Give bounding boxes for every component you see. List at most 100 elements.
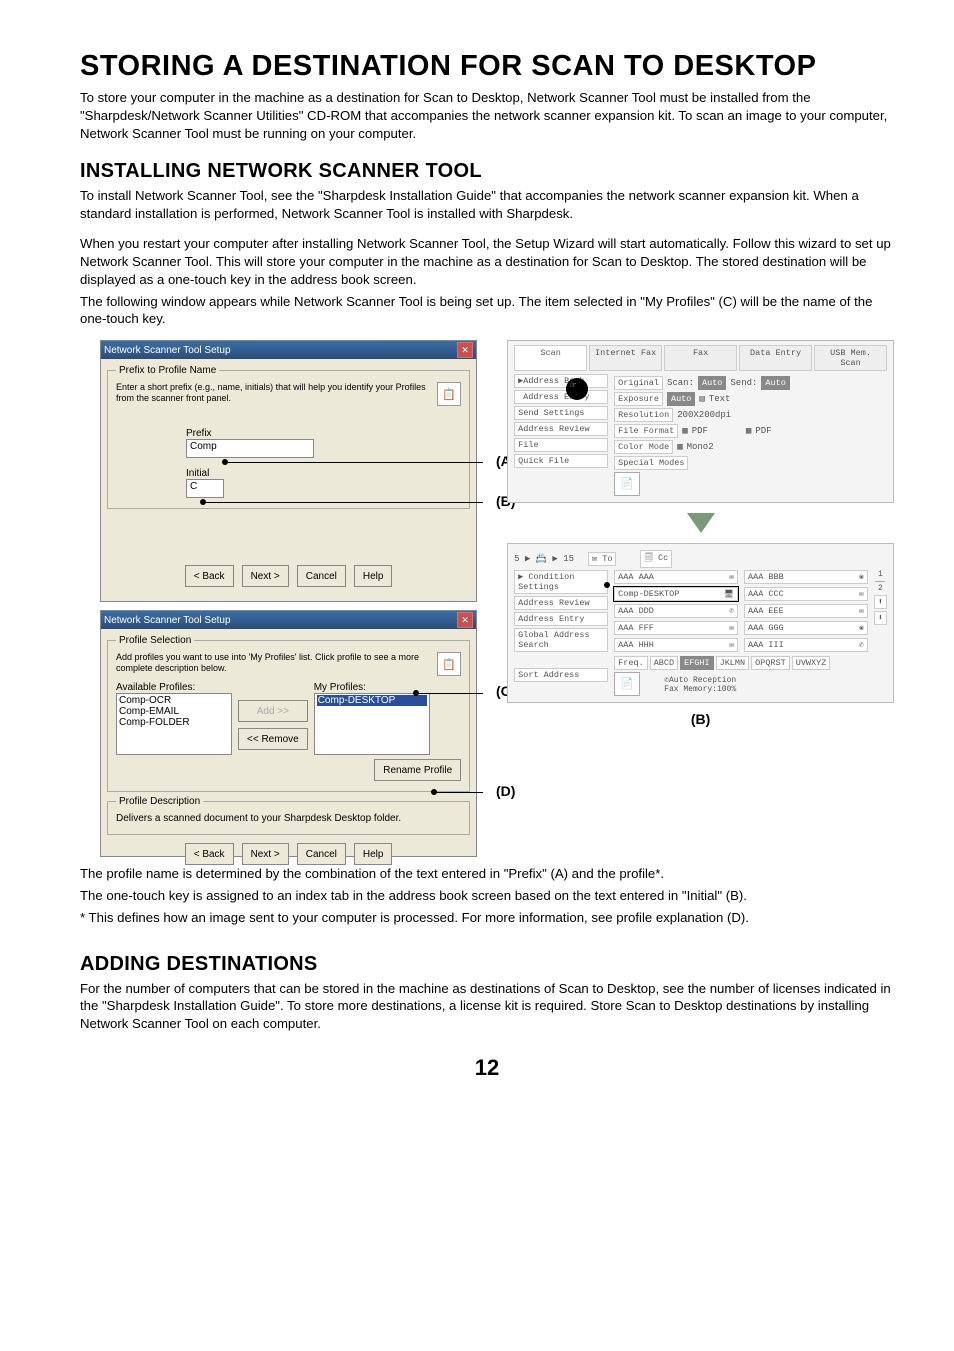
profile-selection-fieldset: Profile Selection Add profiles you want … [107, 635, 470, 792]
profile-desc-fieldset: Profile Description Delivers a scanned d… [107, 796, 470, 835]
cancel-button[interactable]: Cancel [297, 843, 346, 865]
wizard-icon: 📋 [437, 652, 461, 676]
page-number: 12 [80, 1055, 894, 1081]
preview-icon[interactable]: 📄 [614, 472, 640, 496]
sort-address-btn[interactable]: Sort Address [514, 668, 608, 682]
prefix-fieldset: Prefix to Profile Name Enter a short pre… [107, 365, 470, 509]
side-condition[interactable]: ▶ Condition Settings [514, 570, 608, 594]
auto-btn[interactable]: Auto [698, 376, 726, 390]
myprofiles-list[interactable]: Comp-DESKTOP [314, 693, 430, 755]
scanner-panel-2: 5 ▶ 📇 ▶ 15 ✉ To 🗐 Cc ▶ Condition Setting… [507, 543, 894, 703]
auto-btn[interactable]: Auto [667, 392, 695, 406]
pdf-label: PDF [692, 426, 708, 436]
mail-icon: ✉ [729, 623, 734, 633]
side-addressentry[interactable]: Address Entry [514, 390, 608, 404]
addr-entry[interactable]: AAA BBB❀ [744, 570, 868, 584]
initial-label: Initial [186, 468, 461, 479]
add-heading: ADDING DESTINATIONS [80, 953, 894, 976]
addr-entry[interactable]: AAA HHH✉ [614, 638, 738, 652]
wizard-icon: 📋 [437, 382, 461, 406]
addr-entry[interactable]: AAA III✆ [744, 638, 868, 652]
addr-entry[interactable]: AAA AAA✉ [614, 570, 738, 584]
cancel-button[interactable]: Cancel [297, 565, 346, 587]
alpha-tab[interactable]: EFGHI [680, 656, 714, 670]
desktop-icon: 🖥 [724, 589, 734, 599]
callout-d: (D) [496, 783, 515, 799]
page-num: 1 [878, 570, 883, 579]
tab-fax[interactable]: Fax [664, 345, 737, 371]
addr-entry[interactable]: AAA GGG❀ [744, 621, 868, 635]
window-title: Network Scanner Tool Setup [104, 615, 231, 626]
alpha-tab[interactable]: Freq. [614, 656, 648, 670]
side-review[interactable]: Address Review [514, 596, 608, 610]
page-num: 2 [878, 584, 883, 593]
install-heading: INSTALLING NETWORK SCANNER TOOL [80, 160, 894, 183]
text-icon: ▤ [699, 394, 704, 404]
mail-icon: ✉ [729, 572, 734, 582]
status-auto: Auto Reception [669, 676, 736, 685]
tab-data[interactable]: Data Entry [739, 345, 812, 371]
help-button[interactable]: Help [354, 843, 393, 865]
remove-button[interactable]: << Remove [238, 728, 308, 750]
fieldset-legend: Profile Description [116, 796, 203, 807]
install-para-1: To install Network Scanner Tool, see the… [80, 187, 894, 223]
scan-label: Scan: [667, 378, 694, 388]
original-btn[interactable]: Original [614, 376, 663, 390]
count-indicator: 5 ▶ 📇 ▶ 15 [514, 554, 574, 564]
send-label: Send: [730, 378, 757, 388]
callout-b-lower: (B) [507, 711, 894, 727]
alpha-tab[interactable]: JKLMN [716, 656, 750, 670]
to-btn[interactable]: ✉ To [588, 552, 616, 566]
list-item[interactable]: Comp-EMAIL [119, 706, 229, 717]
alpha-tab[interactable]: UVWXYZ [792, 656, 831, 670]
side-entry[interactable]: Address Entry [514, 612, 608, 626]
down-arrow-icon[interactable]: ⬇ [874, 611, 887, 625]
add-button[interactable]: Add >> [238, 700, 308, 722]
auto-btn[interactable]: Auto [761, 376, 789, 390]
initial-input[interactable]: C [186, 479, 224, 498]
side-global[interactable]: Global Address Search [514, 628, 608, 652]
available-list[interactable]: Comp-OCR Comp-EMAIL Comp-FOLDER [116, 693, 232, 755]
side-quickfile[interactable]: Quick File [514, 454, 608, 468]
back-button[interactable]: < Back [185, 565, 234, 587]
close-icon[interactable]: ✕ [457, 342, 473, 358]
side-sendsettings[interactable]: Send Settings [514, 406, 608, 420]
tab-usb[interactable]: USB Mem. Scan [814, 345, 887, 371]
side-file[interactable]: File [514, 438, 608, 452]
special-btn[interactable]: Special Modes [614, 456, 688, 470]
back-button[interactable]: < Back [185, 843, 234, 865]
list-item[interactable]: Comp-FOLDER [119, 717, 229, 728]
resolution-btn[interactable]: Resolution [614, 408, 673, 422]
mail-icon: ✉ [729, 640, 734, 650]
prefix-input[interactable]: Comp [186, 439, 314, 458]
install-para-3: The following window appears while Netwo… [80, 293, 894, 329]
addr-entry[interactable]: AAA CCC✉ [744, 587, 868, 601]
tab-scan[interactable]: Scan [514, 345, 587, 371]
exposure-btn[interactable]: Exposure [614, 392, 663, 406]
titlebar: Network Scanner Tool Setup ✕ [101, 341, 476, 359]
globe-icon: ❀ [859, 623, 864, 633]
up-arrow-icon[interactable]: ⬆ [874, 595, 887, 609]
close-icon[interactable]: ✕ [457, 612, 473, 628]
addr-entry[interactable]: AAA EEE✉ [744, 604, 868, 618]
cc-btn[interactable]: 🗐 Cc [640, 550, 672, 568]
tab-ifax[interactable]: Internet Fax [589, 345, 662, 371]
rename-button[interactable]: Rename Profile [374, 759, 461, 781]
preview-icon[interactable]: 📄 [614, 672, 640, 696]
next-button[interactable]: Next > [242, 565, 289, 587]
addr-entry[interactable]: AAA DDD✆ [614, 604, 738, 618]
list-item[interactable]: Comp-OCR [119, 695, 229, 706]
alpha-tab[interactable]: ABCD [650, 656, 678, 670]
fileformat-btn[interactable]: File Format [614, 424, 678, 438]
alpha-tab[interactable]: OPQRST [751, 656, 790, 670]
addr-entry-desktop[interactable]: Comp-DESKTOP🖥 [614, 587, 738, 601]
next-button[interactable]: Next > [242, 843, 289, 865]
help-button[interactable]: Help [354, 565, 393, 587]
page-title: STORING A DESTINATION FOR SCAN TO DESKTO… [80, 50, 894, 83]
side-addressreview[interactable]: Address Review [514, 422, 608, 436]
add-paragraph: For the number of computers that can be … [80, 980, 894, 1033]
colormode-btn[interactable]: Color Mode [614, 440, 673, 454]
addr-entry[interactable]: AAA FFF✉ [614, 621, 738, 635]
list-item-selected[interactable]: Comp-DESKTOP [317, 695, 427, 706]
side-addressbook[interactable]: ▶Address Book [514, 374, 608, 388]
